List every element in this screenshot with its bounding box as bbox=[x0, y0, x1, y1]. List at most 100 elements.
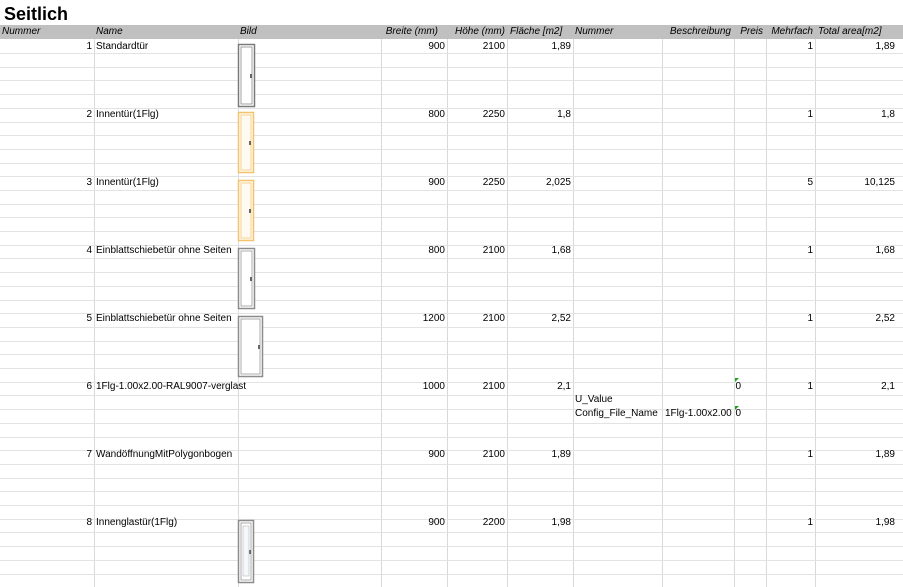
row-mehrfach[interactable]: 1 bbox=[766, 40, 813, 54]
row-hoehe[interactable]: 2100 bbox=[448, 312, 505, 326]
row-hoehe[interactable]: 2100 bbox=[448, 380, 505, 394]
header-name[interactable]: Name bbox=[96, 25, 236, 39]
header-bild[interactable]: Bild bbox=[240, 25, 380, 39]
header-nummer[interactable]: Nummer bbox=[2, 25, 92, 39]
row-gridline bbox=[0, 437, 903, 438]
row-total-area[interactable]: 1,89 bbox=[816, 40, 895, 54]
row-gridline bbox=[0, 560, 903, 561]
row-gridline bbox=[0, 135, 903, 136]
row-number[interactable]: 3 bbox=[2, 176, 92, 190]
config-file-name-value[interactable]: 1Flg-1.00x2.00 bbox=[665, 407, 732, 421]
sliding-door-icon bbox=[237, 247, 256, 310]
row-hoehe[interactable]: 2250 bbox=[448, 176, 505, 190]
header-total-area[interactable]: Total area[m2] bbox=[818, 25, 903, 39]
row-flaeche[interactable]: 1,98 bbox=[508, 516, 571, 530]
row-breite[interactable]: 800 bbox=[382, 244, 445, 258]
row-gridline bbox=[0, 217, 903, 218]
header-mehrfach[interactable]: Mehrfach bbox=[766, 25, 813, 39]
row-gridline bbox=[0, 395, 903, 396]
header-preis[interactable]: Preis bbox=[735, 25, 763, 39]
row-gridline bbox=[0, 67, 903, 68]
row-gridline bbox=[0, 122, 903, 123]
u-value-label[interactable]: U_Value bbox=[575, 393, 613, 407]
row-hoehe[interactable]: 2100 bbox=[448, 448, 505, 462]
spreadsheet: Seitlich Nummer Name Bild Breite (mm) Hö… bbox=[0, 0, 903, 587]
row-total-area[interactable]: 1,89 bbox=[816, 448, 895, 462]
row-total-area[interactable]: 1,98 bbox=[816, 516, 895, 530]
row-gridline bbox=[0, 272, 903, 273]
row-mehrfach[interactable]: 1 bbox=[766, 312, 813, 326]
row-name[interactable]: Standardtür bbox=[96, 40, 148, 54]
row-flaeche[interactable]: 2,025 bbox=[508, 176, 571, 190]
row-name[interactable]: Innentür(1Flg) bbox=[96, 176, 159, 190]
row-gridline bbox=[0, 464, 903, 465]
header-hoehe[interactable]: Höhe (mm) bbox=[448, 25, 505, 39]
row-gridline bbox=[0, 190, 903, 191]
header-nummer-2[interactable]: Nummer bbox=[575, 25, 661, 39]
row-gridline bbox=[0, 354, 903, 355]
row-name[interactable]: 1Flg-1.00x2.00-RAL9007-verglast bbox=[96, 380, 246, 394]
header-flaeche[interactable]: Fläche [m2] bbox=[510, 25, 572, 39]
row-breite[interactable]: 1000 bbox=[382, 380, 445, 394]
row-number[interactable]: 4 bbox=[2, 244, 92, 258]
row-number[interactable]: 2 bbox=[2, 108, 92, 122]
row-mehrfach[interactable]: 1 bbox=[766, 108, 813, 122]
row-total-area[interactable]: 10,125 bbox=[816, 176, 895, 190]
row-name[interactable]: Einblattschiebetür ohne Seiten bbox=[96, 244, 232, 258]
row-mehrfach[interactable]: 1 bbox=[766, 380, 813, 394]
row-breite[interactable]: 800 bbox=[382, 108, 445, 122]
row-number[interactable]: 7 bbox=[2, 448, 92, 462]
row-flaeche[interactable]: 2,52 bbox=[508, 312, 571, 326]
header-breite[interactable]: Breite (mm) bbox=[382, 25, 438, 39]
row-total-area[interactable]: 2,52 bbox=[816, 312, 895, 326]
row-mehrfach[interactable]: 1 bbox=[766, 516, 813, 530]
row-breite[interactable]: 900 bbox=[382, 176, 445, 190]
row-name[interactable]: WandöffnungMitPolygonbogen bbox=[96, 448, 232, 462]
door-wood-icon bbox=[237, 111, 255, 174]
row-breite[interactable]: 900 bbox=[382, 40, 445, 54]
row-flaeche[interactable]: 1,8 bbox=[508, 108, 571, 122]
row-gridline bbox=[0, 163, 903, 164]
row-total-area[interactable]: 1,68 bbox=[816, 244, 895, 258]
row-name[interactable]: Innentür(1Flg) bbox=[96, 108, 159, 122]
row-hoehe[interactable]: 2100 bbox=[448, 40, 505, 54]
row-mehrfach[interactable]: 5 bbox=[766, 176, 813, 190]
row-gridline bbox=[0, 368, 903, 369]
row-number[interactable]: 8 bbox=[2, 516, 92, 530]
row-mehrfach[interactable]: 1 bbox=[766, 244, 813, 258]
row-number[interactable]: 6 bbox=[2, 380, 92, 394]
row-number[interactable]: 1 bbox=[2, 40, 92, 54]
row-hoehe[interactable]: 2100 bbox=[448, 244, 505, 258]
header-beschreibung[interactable]: Beschreibung bbox=[662, 25, 731, 39]
row-number[interactable]: 5 bbox=[2, 312, 92, 326]
config-file-name-label[interactable]: Config_File_Name bbox=[575, 407, 658, 421]
row-total-area[interactable]: 1,8 bbox=[816, 108, 895, 122]
header-row: Nummer Name Bild Breite (mm) Höhe (mm) F… bbox=[0, 25, 903, 39]
door-wood-icon bbox=[237, 179, 255, 242]
row-hoehe[interactable]: 2250 bbox=[448, 108, 505, 122]
row-hoehe[interactable]: 2200 bbox=[448, 516, 505, 530]
row-flaeche[interactable]: 1,68 bbox=[508, 244, 571, 258]
row-gridline bbox=[0, 149, 903, 150]
glass-door-icon bbox=[237, 519, 255, 584]
column-gridline bbox=[94, 25, 95, 587]
row-flaeche[interactable]: 2,1 bbox=[508, 380, 571, 394]
column-gridline bbox=[734, 25, 735, 587]
row-mehrfach[interactable]: 1 bbox=[766, 448, 813, 462]
row-breite[interactable]: 1200 bbox=[382, 312, 445, 326]
comment-marker bbox=[735, 406, 739, 410]
row-preis[interactable]: 0 bbox=[735, 380, 741, 394]
row-flaeche[interactable]: 1,89 bbox=[508, 40, 571, 54]
row-gridline bbox=[0, 286, 903, 287]
row-total-area[interactable]: 2,1 bbox=[816, 380, 895, 394]
row-name[interactable]: Einblattschiebetür ohne Seiten bbox=[96, 312, 232, 326]
row-breite[interactable]: 900 bbox=[382, 448, 445, 462]
row-gridline bbox=[0, 327, 903, 328]
row-gridline bbox=[0, 204, 903, 205]
row-gridline bbox=[0, 409, 903, 410]
row-gridline bbox=[0, 491, 903, 492]
row-name[interactable]: Innenglastür(1Flg) bbox=[96, 516, 177, 530]
row-flaeche[interactable]: 1,89 bbox=[508, 448, 571, 462]
row-gridline bbox=[0, 532, 903, 533]
row-breite[interactable]: 900 bbox=[382, 516, 445, 530]
